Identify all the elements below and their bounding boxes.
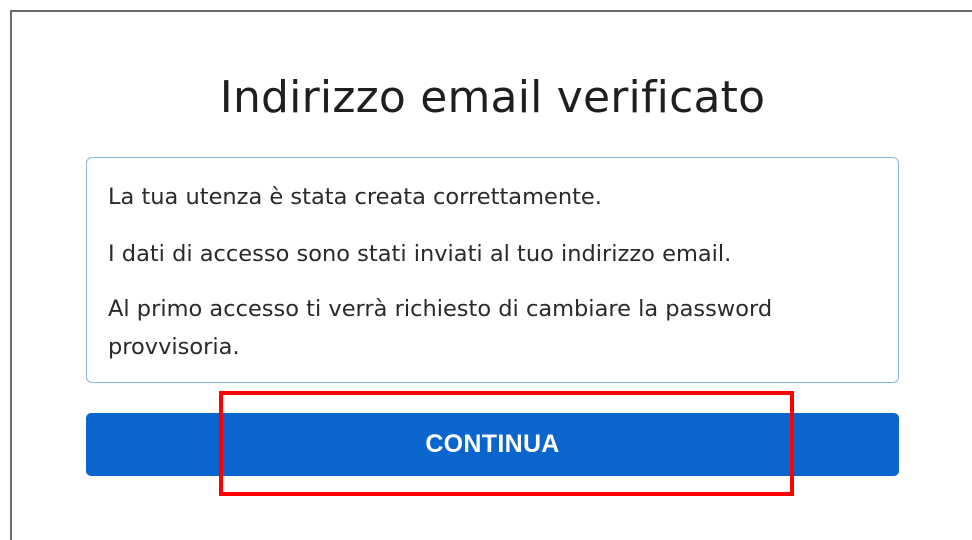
- message-line-change-password: Al primo accesso ti verrà richiesto di c…: [108, 296, 773, 360]
- page-title: Indirizzo email verificato: [219, 72, 766, 123]
- info-message-box: La tua utenza è stata creata correttamen…: [86, 157, 899, 383]
- message-line-account-created: La tua utenza è stata creata correttamen…: [108, 184, 602, 210]
- continue-button[interactable]: CONTINUA: [86, 413, 899, 476]
- message-line-credentials-sent: I dati di accesso sono stati inviati al …: [108, 241, 732, 267]
